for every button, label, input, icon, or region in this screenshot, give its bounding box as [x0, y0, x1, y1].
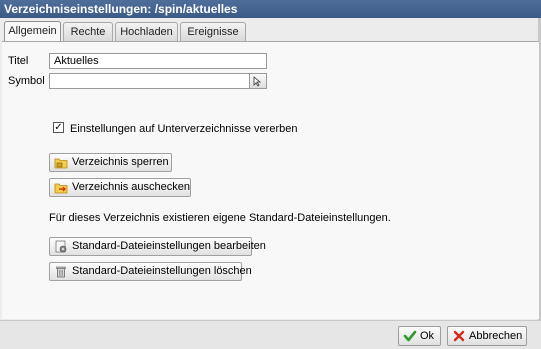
checkmark-icon: ✓ [54, 122, 63, 133]
tab-hochladen[interactable]: Hochladen [115, 22, 178, 41]
tab-allgemein[interactable]: Allgemein [4, 21, 61, 42]
edit-default-settings-label: Standard-Dateieinstellungen bearbeiten [72, 240, 266, 252]
tab-rechte[interactable]: Rechte [63, 22, 113, 41]
symbol-field[interactable] [49, 73, 250, 89]
info-text: Für dieses Verzeichnis existieren eigene… [49, 212, 391, 224]
inherit-label: Einstellungen auf Unterverzeichnisse ver… [70, 123, 298, 135]
checkout-folder-button[interactable]: Verzeichnis auschecken [49, 178, 191, 197]
lock-folder-label: Verzeichnis sperren [72, 156, 169, 168]
edit-default-settings-button[interactable]: Standard-Dateieinstellungen bearbeiten [49, 237, 266, 256]
title-field[interactable]: Aktuelles [49, 53, 267, 69]
cancel-label: Abbrechen [469, 330, 523, 342]
checkmark-icon [403, 330, 417, 342]
close-icon [453, 330, 465, 342]
folder-checkout-icon [54, 183, 68, 194]
ok-label: Ok [420, 330, 435, 342]
tab-ereignisse[interactable]: Ereignisse [180, 22, 246, 41]
delete-default-settings-button[interactable]: Standard-Dateieinstellungen löschen [49, 262, 252, 281]
ok-button[interactable]: Ok [398, 326, 441, 346]
symbol-picker-button[interactable] [249, 73, 267, 89]
trash-icon [56, 266, 66, 278]
window-title: Verzeichniseinstellungen: /spin/aktuelle… [0, 0, 541, 18]
cursor-icon [253, 76, 262, 87]
delete-default-settings-label: Standard-Dateieinstellungen löschen [72, 265, 252, 277]
checkout-folder-label: Verzeichnis auschecken [72, 181, 191, 193]
symbol-label: Symbol [8, 75, 45, 87]
inherit-checkbox[interactable]: ✓ [53, 122, 64, 133]
settings-edit-icon [55, 240, 67, 253]
title-label: Titel [8, 55, 29, 67]
dialog-footer: Ok Abbrechen [0, 320, 541, 349]
folder-lock-icon [54, 158, 68, 169]
lock-folder-button[interactable]: Verzeichnis sperren [49, 153, 172, 172]
cancel-button[interactable]: Abbrechen [447, 326, 527, 346]
